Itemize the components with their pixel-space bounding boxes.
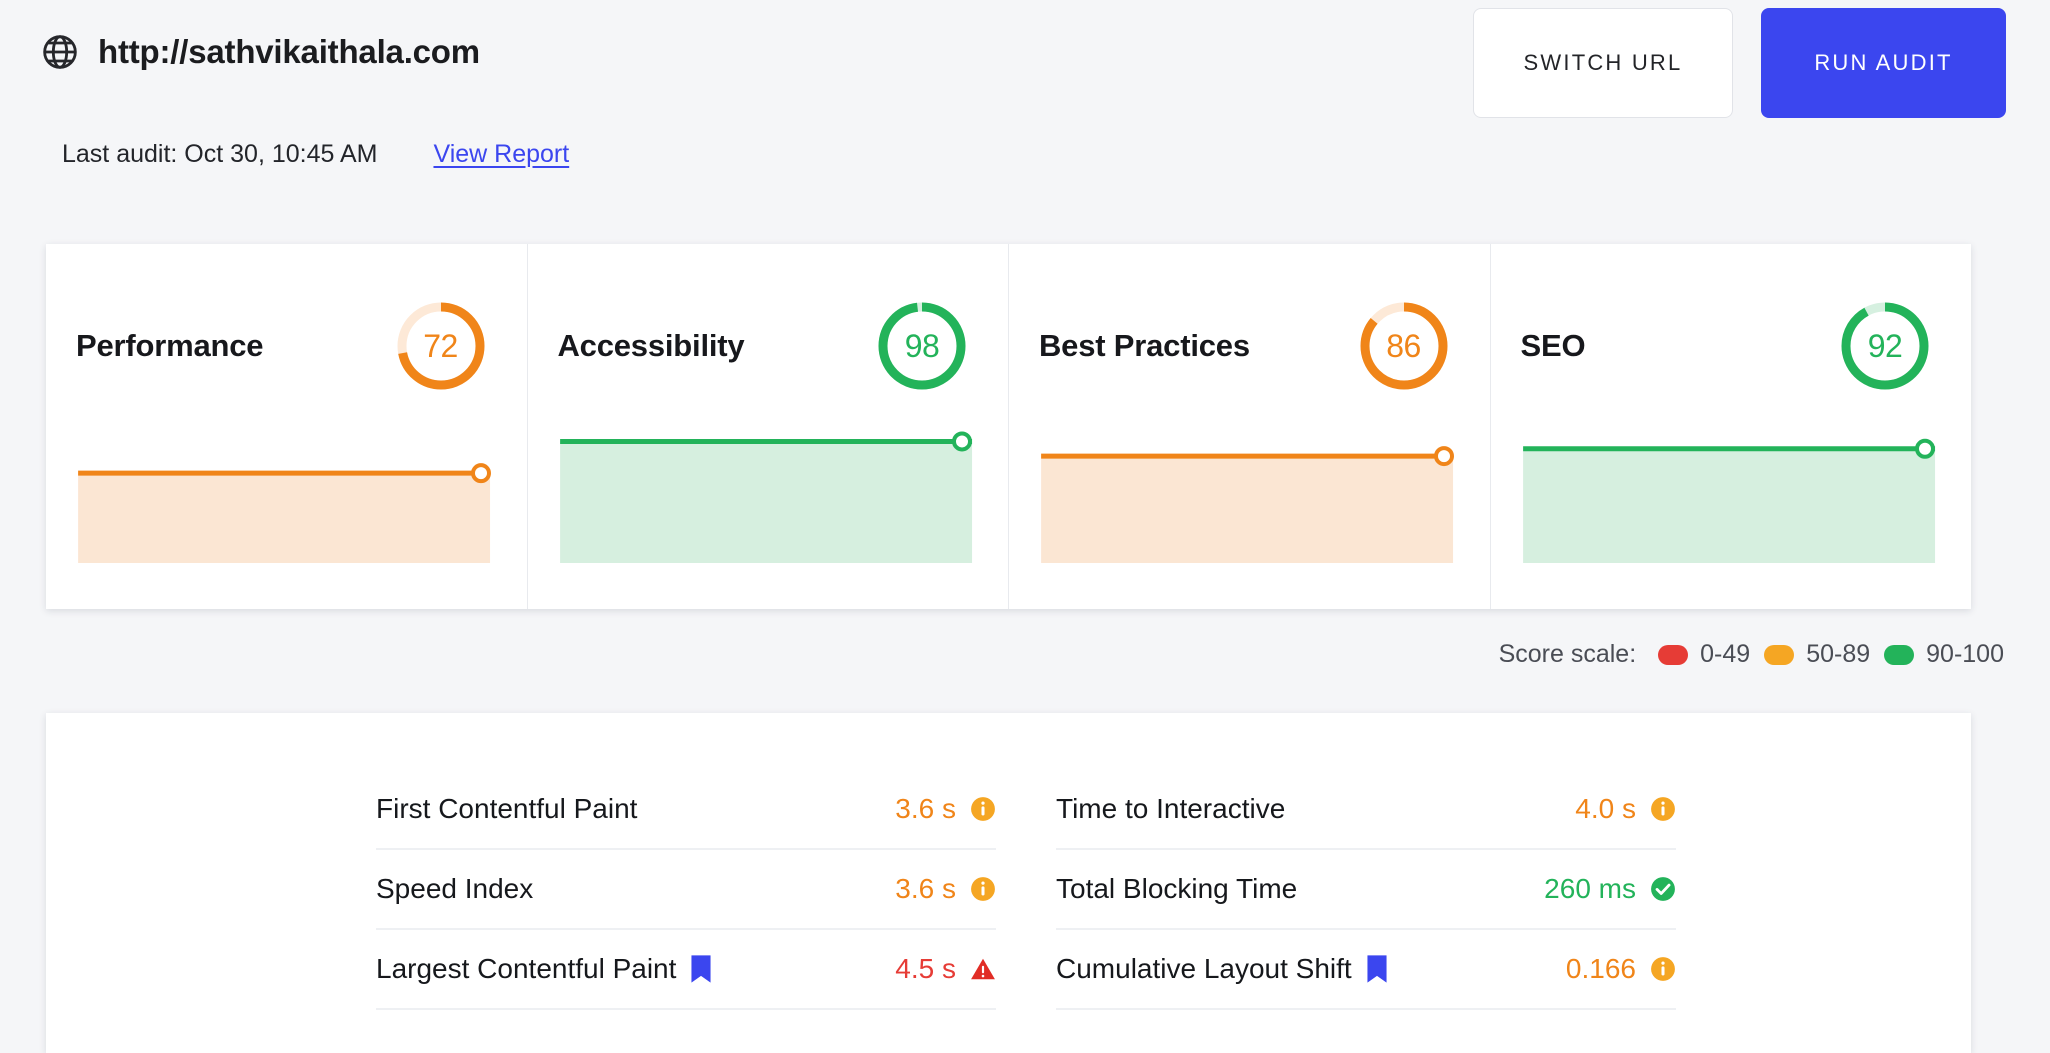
score-card[interactable]: Performance 72 xyxy=(46,244,528,609)
score-sparkline xyxy=(76,411,499,571)
view-report-link[interactable]: View Report xyxy=(433,140,569,169)
last-audit-timestamp: Last audit: Oct 30, 10:45 AM xyxy=(62,140,378,168)
metric-value: 0.166 xyxy=(1565,953,1636,984)
bookmark-icon xyxy=(691,955,711,983)
run-audit-button[interactable]: RUN AUDIT xyxy=(1761,8,2006,118)
score-card[interactable]: Accessibility 98 xyxy=(528,244,1009,609)
legend-item: 0-49 xyxy=(1658,640,1750,669)
score-card-header: Best Practices 86 xyxy=(1009,296,1490,396)
metric-name: First Contentful Paint xyxy=(376,793,638,824)
score-card[interactable]: SEO 92 xyxy=(1491,244,1972,609)
score-sparkline xyxy=(1039,411,1462,571)
score-card-header: Performance 72 xyxy=(46,296,527,396)
metric-status-badge[interactable] xyxy=(1650,956,1676,982)
legend-label: Score scale: xyxy=(1498,640,1637,668)
metric-value: 4.0 s xyxy=(1575,793,1636,824)
metric-name: Total Blocking Time xyxy=(1056,873,1298,904)
page-header: http://sathvikaithala.com Last audit: Oc… xyxy=(0,0,2050,200)
legend-item: 90-100 xyxy=(1884,640,2004,669)
legend-swatch-icon xyxy=(1884,644,1915,665)
metric-status-badge[interactable] xyxy=(1650,796,1676,822)
metric-value: 3.6 s xyxy=(895,793,956,824)
score-value: 86 xyxy=(1386,327,1421,364)
metric-row[interactable]: Largest Contentful Paint 4.5 s xyxy=(376,930,996,1010)
metrics-panel: First Contentful Paint 3.6 s Speed Index 3.… xyxy=(46,713,1971,1053)
metric-value: 3.6 s xyxy=(895,873,956,904)
metric-row[interactable]: Cumulative Layout Shift 0.166 xyxy=(1056,930,1676,1010)
score-cards-panel: Performance 72 Accessibility 98 Best Practic… xyxy=(46,244,1971,609)
globe-icon xyxy=(40,32,80,72)
score-gauge: 98 xyxy=(874,298,970,394)
score-card-title: SEO xyxy=(1520,328,1586,363)
metric-row[interactable]: Time to Interactive 4.0 s xyxy=(1056,770,1676,850)
legend-range-label: 90-100 xyxy=(1926,640,2004,668)
metric-flag xyxy=(676,954,712,984)
score-card[interactable]: Best Practices 86 xyxy=(1009,244,1491,609)
legend-item: 50-89 xyxy=(1764,640,1870,669)
score-card-title: Accessibility xyxy=(557,328,745,363)
metric-status-badge[interactable] xyxy=(970,956,996,982)
metrics-column-left: First Contentful Paint 3.6 s Speed Index 3.… xyxy=(376,770,996,1010)
check-circle-icon xyxy=(1651,877,1675,901)
score-gauge: 92 xyxy=(1837,298,1933,394)
metrics-column-right: Time to Interactive 4.0 s Total Blocking T… xyxy=(1056,770,1676,1010)
metric-row[interactable]: First Contentful Paint 3.6 s xyxy=(376,770,996,850)
legend-range-label: 0-49 xyxy=(1700,640,1751,668)
header-actions: SWITCH URL RUN AUDIT xyxy=(1473,8,2006,118)
score-sparkline xyxy=(558,411,981,571)
audit-meta: Last audit: Oct 30, 10:45 AM View Report xyxy=(62,140,569,169)
metric-name: Speed Index xyxy=(376,873,534,904)
score-card-header: SEO 92 xyxy=(1491,296,1972,396)
metric-status-badge[interactable] xyxy=(970,796,996,822)
page-title: http://sathvikaithala.com xyxy=(98,33,480,70)
bookmark-icon xyxy=(1367,955,1387,983)
metric-value: 4.5 s xyxy=(895,953,956,984)
metrics-grid: First Contentful Paint 3.6 s Speed Index 3.… xyxy=(376,770,1676,1010)
metric-name: Largest Contentful Paint xyxy=(376,953,677,984)
metric-name: Cumulative Layout Shift xyxy=(1056,953,1352,984)
info-icon xyxy=(971,797,995,821)
metric-row[interactable]: Speed Index 3.6 s xyxy=(376,850,996,930)
legend-range-label: 50-89 xyxy=(1806,640,1871,668)
metric-row[interactable]: Total Blocking Time 260 ms xyxy=(1056,850,1676,930)
url-display: http://sathvikaithala.com xyxy=(40,32,480,72)
info-icon xyxy=(1651,797,1675,821)
warning-icon xyxy=(971,958,995,980)
legend-swatch-icon xyxy=(1764,644,1795,665)
score-card-title: Performance xyxy=(76,328,264,363)
metric-status-badge[interactable] xyxy=(1650,876,1676,902)
metric-flag xyxy=(1352,954,1388,984)
score-sparkline xyxy=(1521,411,1944,571)
switch-url-button[interactable]: SWITCH URL xyxy=(1473,8,1733,118)
metric-value: 260 ms xyxy=(1544,873,1636,904)
info-icon xyxy=(971,877,995,901)
score-scale-legend: Score scale: 0-49 50-89 90-100 xyxy=(1499,640,2004,669)
metric-name: Time to Interactive xyxy=(1056,793,1286,824)
info-icon xyxy=(1651,957,1675,981)
score-card-title: Best Practices xyxy=(1039,328,1250,363)
score-value: 98 xyxy=(904,327,940,364)
legend-swatch-icon xyxy=(1658,644,1689,665)
score-value: 72 xyxy=(423,327,458,364)
metric-status-badge[interactable] xyxy=(970,876,996,902)
score-gauge: 72 xyxy=(393,298,489,394)
score-value: 92 xyxy=(1867,327,1903,364)
score-gauge: 86 xyxy=(1356,298,1452,394)
score-card-header: Accessibility 98 xyxy=(528,296,1009,396)
